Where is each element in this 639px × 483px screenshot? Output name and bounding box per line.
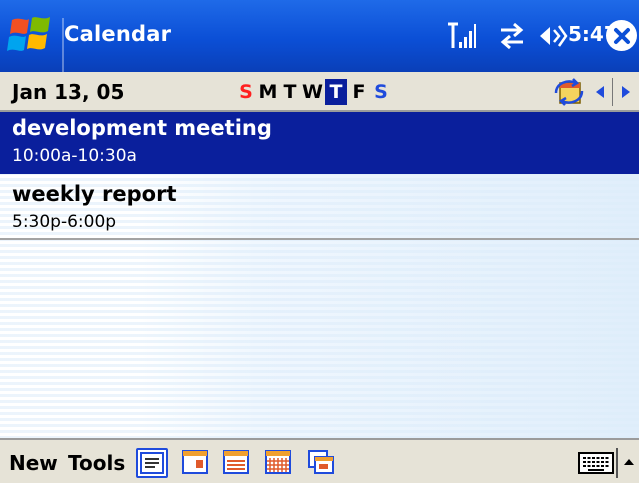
month-view-icon [265, 450, 291, 474]
weekday-tuesday[interactable]: T [280, 79, 300, 105]
appointment-item[interactable]: weekly report 5:30p-6:00p [0, 174, 639, 240]
weekday-saturday[interactable]: S [371, 79, 391, 105]
weekday-sunday[interactable]: S [236, 79, 256, 105]
tools-menu[interactable]: Tools [68, 451, 125, 475]
week-view-button[interactable] [221, 448, 253, 478]
appointment-time: 10:00a-10:30a [12, 146, 137, 166]
week-view-icon [223, 450, 249, 474]
input-separator [616, 448, 618, 478]
windows-start-icon [7, 17, 50, 51]
year-view-icon [308, 450, 334, 474]
weekday-selector: S M T W T F S [236, 79, 393, 105]
appointment-time: 5:30p-6:00p [12, 212, 117, 232]
app-title: Calendar [64, 22, 172, 46]
appointment-item-selected[interactable]: development meeting 10:00a-10:30a [0, 112, 639, 174]
close-icon [613, 27, 630, 44]
volume-icon[interactable] [538, 18, 568, 54]
connectivity-icon[interactable] [497, 18, 527, 54]
agenda-list[interactable]: development meeting 10:00a-10:30a weekly… [0, 112, 639, 438]
menu-bar: New Tools [0, 438, 639, 483]
month-view-button[interactable] [263, 448, 295, 478]
agenda-view-button[interactable] [136, 448, 168, 478]
weekday-thursday-selected[interactable]: T [324, 79, 347, 105]
weekday-wednesday[interactable]: W [302, 79, 323, 105]
year-view-button[interactable] [306, 448, 338, 478]
title-bar: Calendar 5:47 [0, 0, 639, 78]
appointment-subject: weekly report [12, 182, 177, 206]
weekday-monday[interactable]: M [258, 79, 278, 105]
agenda-view-icon [140, 452, 164, 474]
go-to-today-icon[interactable] [552, 77, 586, 107]
new-menu[interactable]: New [9, 451, 58, 475]
next-arrow-icon[interactable] [616, 79, 636, 105]
close-button[interactable] [606, 20, 637, 51]
start-button[interactable] [6, 12, 64, 78]
nav-separator [612, 78, 613, 106]
input-panel-arrow-icon[interactable] [621, 452, 637, 472]
keyboard-icon[interactable] [578, 450, 614, 476]
signal-strength-icon[interactable] [446, 18, 476, 54]
date-bar: Jan 13, 05 S M T W T F S [0, 72, 639, 112]
appointment-subject: development meeting [12, 116, 272, 140]
previous-arrow-icon[interactable] [590, 79, 610, 105]
weekday-friday[interactable]: F [349, 79, 369, 105]
day-view-icon [182, 450, 208, 474]
current-date[interactable]: Jan 13, 05 [12, 80, 124, 104]
day-view-button[interactable] [180, 448, 212, 478]
